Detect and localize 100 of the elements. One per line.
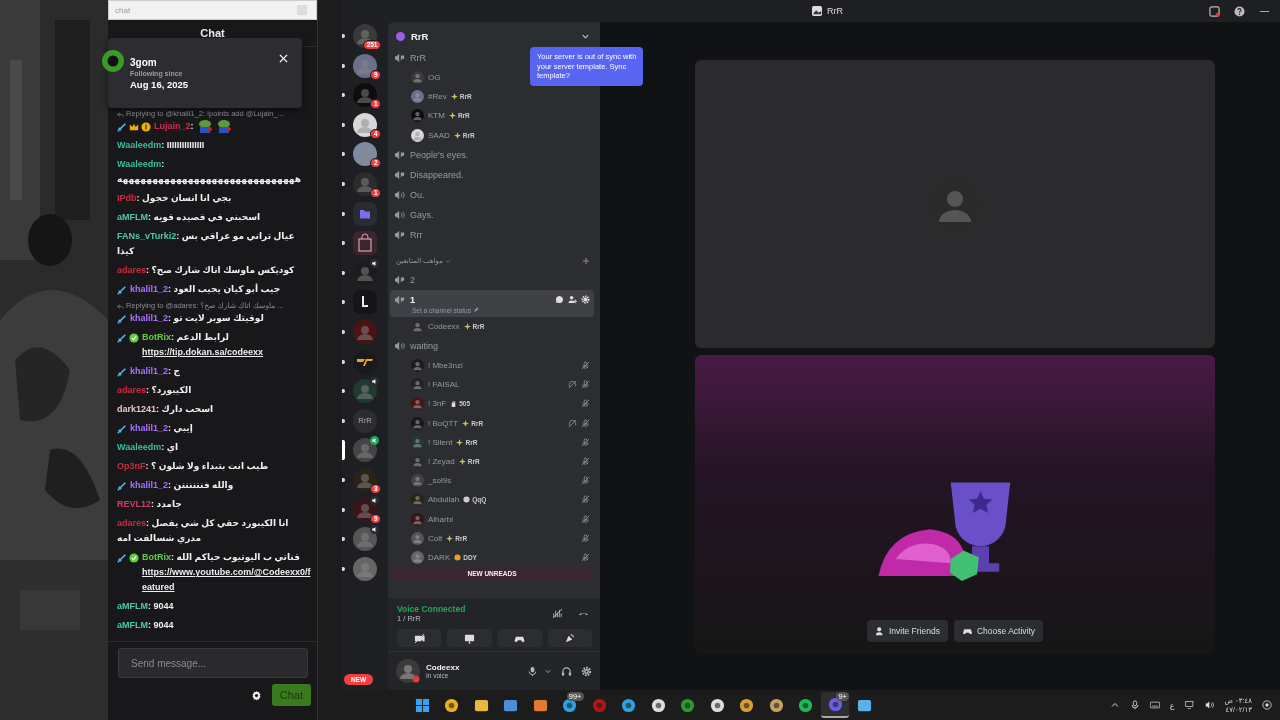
speaker-icon [370,377,379,387]
tag-icon [446,534,454,542]
server-avatar-icon[interactable] [353,24,377,48]
keyboard-icon[interactable] [1149,700,1160,710]
message-link[interactable]: https://tip.dokan.sa/codeexx [142,345,264,360]
chevron-up-icon[interactable] [1109,700,1120,710]
notification-icon[interactable] [1262,700,1272,710]
speaker-icon [394,340,406,351]
screen-icon [463,632,475,644]
gamepad-icon [961,626,973,636]
language-indicator[interactable]: ع [1169,700,1175,710]
search-field[interactable]: chat [108,0,317,20]
avatar-icon [411,531,424,545]
server-avatar-icon[interactable] [353,467,377,492]
tag-icon [450,93,458,101]
windows-icon [414,697,430,713]
avatar-icon [411,474,424,488]
voice-member[interactable]: ! FAISAL [390,375,594,395]
sword-icon [117,121,127,132]
network-icon[interactable] [1184,700,1195,710]
sword-icon [117,366,127,377]
bag-icon[interactable] [353,231,377,256]
avatar-icon [411,550,424,564]
server-avatar-icon[interactable] [353,438,377,463]
chevron-icon[interactable] [544,667,552,675]
channel-item[interactable]: Gays. [390,204,594,225]
avatar-icon [411,493,424,507]
message-field[interactable]: Send message... [118,648,308,678]
chat-bubble-icon[interactable] [555,295,564,305]
voice-member[interactable]: _sol9s [390,471,594,491]
settings-icon[interactable] [581,665,592,677]
server-name[interactable]: RrR [411,30,429,42]
tag-icon [463,322,471,330]
help-icon[interactable] [1234,5,1245,17]
server-avatar-icon[interactable] [353,142,377,167]
pencil-icon[interactable] [472,307,479,314]
server-avatar-icon[interactable] [353,497,377,522]
channel-item[interactable]: People's eyes. [390,144,594,165]
app-icon [739,697,754,713]
server-avatar-icon[interactable] [353,171,377,196]
camera-off-button[interactable] [397,629,442,647]
speaker-icon [370,525,379,535]
member-name: ! FAISAL [428,380,460,390]
channel-item[interactable]: Rrr [390,224,594,245]
avatar-icon [411,378,424,392]
settings-icon[interactable] [581,295,590,305]
member-name: Alharbi [428,514,453,524]
headphones-icon[interactable] [561,665,572,677]
server-avatar-icon[interactable] [353,112,377,137]
activity-button[interactable] [497,629,542,647]
tag-icon [456,438,464,446]
chat-message: aMFLM: 9044 [117,619,174,632]
window-title: RrR [827,6,843,16]
phone-icon[interactable] [353,290,377,315]
server-avatar-icon[interactable] [353,83,377,108]
chat-message: Lujain_2: [154,120,194,133]
inbox-icon[interactable] [1209,5,1220,17]
avatar-icon[interactable] [396,659,420,683]
choose-activity-button[interactable]: Choose Activity [953,620,1044,642]
voice-member[interactable]: OG [390,68,449,88]
channel-item[interactable]: 2 [390,269,594,290]
voice-status: Voice Connected [397,604,467,614]
volume-icon[interactable] [1204,700,1215,710]
logo-icon[interactable] [353,349,377,374]
stage-icon [394,169,406,180]
avatar-icon [411,416,424,430]
tag-icon [458,457,466,465]
sword-icon [117,423,127,434]
invite-friends-button[interactable]: Invite Friends [866,620,948,642]
microphone-icon[interactable] [1129,700,1140,710]
plus-icon[interactable] [582,256,590,265]
close-icon[interactable] [279,54,288,63]
user-name: Codeexx [426,663,461,672]
party-icon [564,632,576,644]
settings-icon[interactable] [250,689,262,701]
stage-icon [394,294,406,305]
speaker-icon [394,189,406,200]
folder-icon[interactable] [353,201,377,226]
screen-share-button[interactable] [447,629,492,647]
noise-icon[interactable] [552,608,563,619]
microphone-icon[interactable] [527,665,538,677]
stage-icon [394,53,406,63]
member-name: ! Zeyad [428,456,455,466]
app-icon [621,697,636,713]
stage-icon [394,229,406,240]
channel-item[interactable]: waiting [390,335,594,356]
frog-emote-icon [215,119,232,133]
voice-member[interactable]: Alharbi [390,509,594,529]
voice-member[interactable]: ! Mbe3nzi [390,355,594,376]
follow-date: Aug 16, 2025 [130,78,190,90]
channel-item[interactable]: Disappeared. [390,164,594,185]
video-tile[interactable] [695,60,1215,348]
app-icon [650,697,666,713]
server-avatar-icon[interactable] [353,53,377,78]
soundboard-button[interactable] [547,629,592,647]
app-icon [798,697,813,713]
message-link[interactable]: https://www.youtube.com/@Codeexx0/featured [142,565,311,595]
add-member-icon[interactable] [568,295,577,305]
avatar-icon [411,319,424,333]
channel-item[interactable]: Ou. [390,184,594,205]
